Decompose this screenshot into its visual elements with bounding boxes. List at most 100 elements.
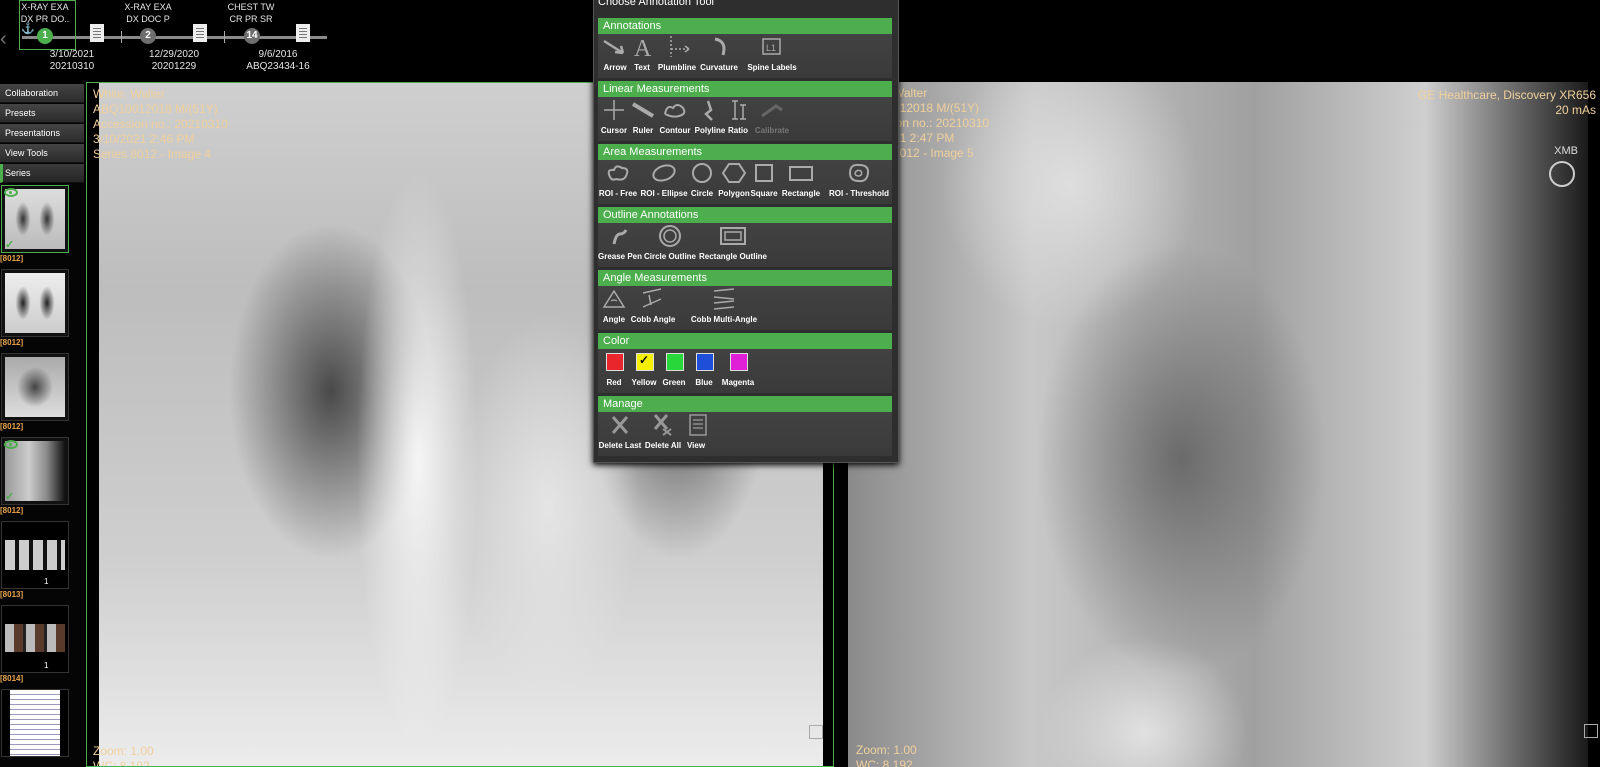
sidebar-series-button[interactable]: Series: [0, 164, 84, 183]
outline-annotations-section: Outline Annotations Grease Pen Circle Ou…: [598, 207, 892, 267]
grease-pen-tool[interactable]: Grease Pen: [597, 224, 643, 266]
circle-outline-tool[interactable]: Circle Outline: [644, 224, 696, 266]
manufacturer: GE Healthcare, Discovery XR656: [1417, 88, 1596, 102]
series-thumbnail[interactable]: 1: [1, 605, 69, 673]
roi-threshold-icon: [849, 163, 870, 183]
roi-threshold-tool[interactable]: ROI - Threshold: [829, 161, 889, 203]
rectangle-tool[interactable]: Rectangle: [782, 161, 820, 203]
svg-text:L1: L1: [766, 43, 776, 53]
series-label: [8012]: [0, 506, 24, 515]
polygon-tool[interactable]: Polygon: [718, 161, 750, 203]
cursor-tool[interactable]: Cursor: [600, 98, 628, 140]
maximize-icon[interactable]: [809, 725, 823, 739]
timeline-separator: [224, 31, 225, 43]
exposure-mas: 20 mAs: [1555, 103, 1596, 117]
tool-label: ROI - Free: [598, 189, 638, 198]
view-button[interactable]: View: [684, 413, 708, 455]
study-2-date-text: 12/29/2020: [148, 49, 200, 60]
ruler-tool[interactable]: Ruler: [629, 98, 657, 140]
document-icon[interactable]: [193, 24, 207, 42]
overlay-top-right: GE Healthcare, Discovery XR656 20 mAs: [1418, 88, 1596, 118]
tool-label: Arrow: [603, 63, 627, 72]
tool-label: Rectangle: [781, 189, 821, 198]
angle-icon: [602, 289, 626, 308]
plumbline-tool[interactable]: Plumbline: [658, 35, 696, 77]
red-swatch: [606, 353, 624, 371]
color-red[interactable]: Red: [601, 350, 627, 392]
sidebar-presentations-button[interactable]: Presentations: [0, 124, 84, 143]
roi-ellipse-tool[interactable]: ROI - Ellipse: [640, 161, 688, 203]
xray-image-lateral[interactable]: [848, 82, 1588, 767]
study-1-title-line1: X-RAY EXA: [21, 2, 69, 12]
tool-label: Ruler: [632, 126, 654, 135]
timeline-scroll-left-icon[interactable]: ‹: [0, 28, 7, 51]
series-thumbnail[interactable]: 1: [1, 521, 69, 589]
contour-tool[interactable]: Contour: [659, 98, 691, 140]
list-view-icon: [689, 414, 707, 436]
overlay-top-left: Walter 012018 M/(51Y) ion no.: 20210310 …: [893, 86, 989, 161]
study-2-title[interactable]: X-RAY EXA DX DOC P: [103, 1, 193, 25]
multi-image-preview: [5, 540, 65, 570]
svg-text:A: A: [634, 36, 652, 59]
study-1-date-text: 3/10/2021: [49, 49, 95, 60]
tool-label: Yellow: [631, 378, 657, 387]
study-2-accession: 20201229: [151, 61, 197, 72]
series-thumbnail[interactable]: ✓: [1, 437, 69, 505]
study-1-node[interactable]: 1: [37, 28, 53, 44]
color-yellow[interactable]: ✓ Yellow: [631, 350, 657, 392]
section-heading: Annotations: [598, 18, 892, 34]
study-2-node[interactable]: 2: [140, 28, 156, 44]
series-label: [8012]: [0, 254, 24, 263]
polyline-tool[interactable]: Polyline: [694, 98, 726, 140]
annotation-tool-panel: Choose Annotation Tool Annotations Arrow…: [593, 0, 899, 463]
zoom-level: Zoom: 1.00: [856, 743, 917, 757]
delete-all-button[interactable]: Delete All: [644, 413, 682, 455]
series-thumbnail[interactable]: [1, 353, 69, 421]
panel-title: Choose Annotation Tool: [598, 0, 714, 8]
angle-tool[interactable]: Angle: [600, 287, 628, 329]
text-tool[interactable]: A Text: [629, 35, 655, 77]
document-icon[interactable]: [296, 24, 310, 42]
rectangle-outline-tool[interactable]: Rectangle Outline: [699, 224, 767, 266]
viewport-right[interactable]: Walter 012018 M/(51Y) ion no.: 20210310 …: [838, 82, 1600, 767]
series-thumbnail[interactable]: [1, 269, 69, 337]
contour-icon: [664, 104, 686, 118]
series-info: 8012 - Image 5: [893, 146, 974, 160]
cobb-multi-angle-tool[interactable]: Cobb Multi-Angle: [691, 287, 757, 329]
area-measurements-section: Area Measurements ROI - Free ROI - Ellip…: [598, 144, 892, 204]
circle-tool[interactable]: Circle: [688, 161, 716, 203]
study-2-date: 12/29/2020 20201229: [129, 49, 219, 73]
square-tool[interactable]: Square: [750, 161, 778, 203]
arrow-tool[interactable]: Arrow: [600, 35, 630, 77]
tool-label: Plumbline: [657, 63, 697, 72]
sidebar-view-tools-button[interactable]: View Tools: [0, 144, 84, 163]
spine-labels-tool[interactable]: L1 Spine Labels: [747, 35, 797, 77]
spine-labels-icon: L1: [762, 38, 781, 55]
sidebar-presets-button[interactable]: Presets: [0, 104, 84, 123]
study-3-node[interactable]: 14: [244, 28, 260, 44]
color-green[interactable]: Green: [661, 350, 687, 392]
overlay-top-left: White, Walter ABQ10012018 M/(51Y) Access…: [93, 87, 228, 162]
patient-id: ABQ10012018 M/(51Y): [93, 102, 218, 116]
study-3-date-text: 9/6/2016: [258, 49, 298, 60]
series-thumbnail[interactable]: [1, 689, 69, 757]
series-info: Series 8012 - Image 4: [93, 147, 212, 161]
series-thumbnail[interactable]: ✓: [1, 185, 69, 253]
document-icon[interactable]: [90, 24, 104, 42]
cobb-angle-tool[interactable]: Cobb Angle: [631, 287, 675, 329]
tool-label: Blue: [695, 378, 713, 387]
tool-label: Grease Pen: [597, 252, 643, 261]
color-blue[interactable]: Blue: [691, 350, 717, 392]
yellow-swatch: ✓: [636, 353, 654, 371]
curvature-tool[interactable]: Curvature: [700, 35, 738, 77]
color-magenta[interactable]: Magenta: [721, 350, 755, 392]
tool-label: Delete Last: [598, 441, 642, 450]
maximize-icon[interactable]: [1584, 724, 1598, 738]
study-1-title[interactable]: X-RAY EXA DX PR DO..: [0, 1, 90, 25]
ratio-tool[interactable]: Ratio: [725, 98, 751, 140]
roi-free-tool[interactable]: ROI - Free: [598, 161, 638, 203]
study-3-title[interactable]: CHEST TW CR PR SR: [206, 1, 296, 25]
delete-last-button[interactable]: Delete Last: [598, 413, 642, 455]
ellipse-icon: [652, 164, 676, 182]
sidebar-collaboration-button[interactable]: Collaboration: [0, 84, 84, 103]
